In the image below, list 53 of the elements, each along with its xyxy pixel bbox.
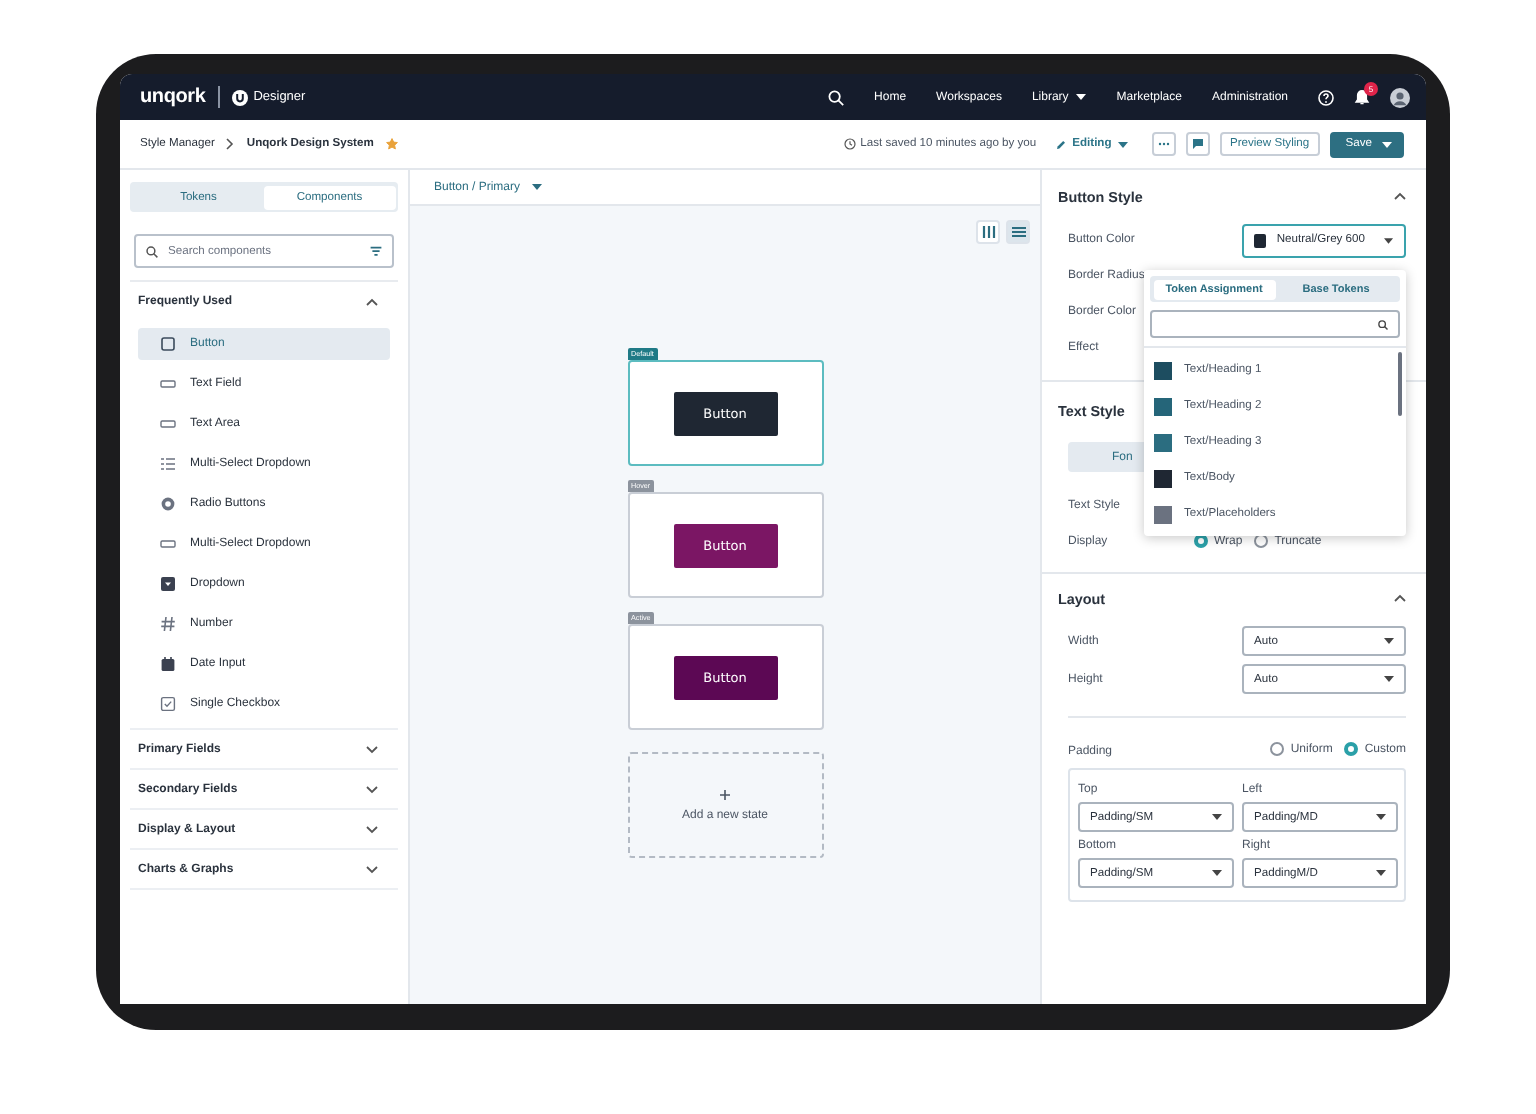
token-search-field[interactable] (1150, 310, 1400, 338)
checkbox-icon (160, 696, 176, 712)
columns-icon (981, 226, 995, 238)
brand-logo: unqork (140, 86, 206, 108)
chevron-down-icon (366, 825, 378, 833)
collapse-toggle[interactable] (1394, 192, 1406, 200)
list-icon (160, 456, 176, 472)
caret-icon (1384, 237, 1394, 243)
calendar-icon (160, 656, 176, 672)
chevron-down-icon (366, 785, 378, 793)
rows-icon (1011, 226, 1025, 238)
caret-icon (1076, 94, 1087, 100)
dropdown-icon (160, 576, 176, 592)
pencil-icon (1056, 139, 1067, 149)
caret-icon (1384, 638, 1394, 644)
radio-icon (160, 496, 176, 512)
caret-icon (1376, 870, 1386, 876)
plus-icon (720, 789, 730, 799)
comment-icon (1191, 138, 1204, 150)
radio-button[interactable] (1270, 742, 1285, 756)
search-icon (1378, 319, 1388, 329)
chevron-down-icon (366, 745, 378, 753)
bell-icon[interactable] (1354, 88, 1370, 106)
star-icon[interactable] (385, 138, 398, 150)
chevron-down-icon (366, 865, 378, 873)
hash-icon (160, 616, 176, 632)
view-toggle-button[interactable] (1006, 220, 1030, 244)
chevron-up-icon (366, 298, 378, 306)
caret-icon (1212, 814, 1222, 820)
search-icon[interactable] (828, 89, 845, 105)
caret-icon (1212, 870, 1222, 876)
caret-icon (532, 184, 543, 190)
radio-button[interactable] (1344, 742, 1359, 756)
clock-icon (844, 138, 857, 150)
help-icon[interactable] (1318, 89, 1334, 105)
caret-icon (1382, 141, 1392, 147)
square-icon (160, 336, 176, 352)
comment-button[interactable] (1185, 132, 1210, 156)
view-toggle-button[interactable] (976, 220, 1000, 244)
caret-icon (1384, 676, 1394, 682)
collapse-toggle[interactable] (1394, 594, 1406, 602)
field-icon (160, 416, 176, 432)
chevron-up-icon (1394, 594, 1406, 602)
caret-icon (1117, 141, 1128, 147)
field-icon (160, 376, 176, 392)
caret-icon (1376, 814, 1386, 820)
avatar-icon[interactable] (1390, 87, 1410, 107)
chevron-up-icon (1394, 192, 1406, 200)
chevron-right-icon (226, 138, 235, 150)
filter-icon[interactable] (370, 245, 382, 257)
field-icon (160, 536, 176, 552)
search-icon (146, 245, 158, 257)
product-logo-icon (231, 89, 248, 105)
